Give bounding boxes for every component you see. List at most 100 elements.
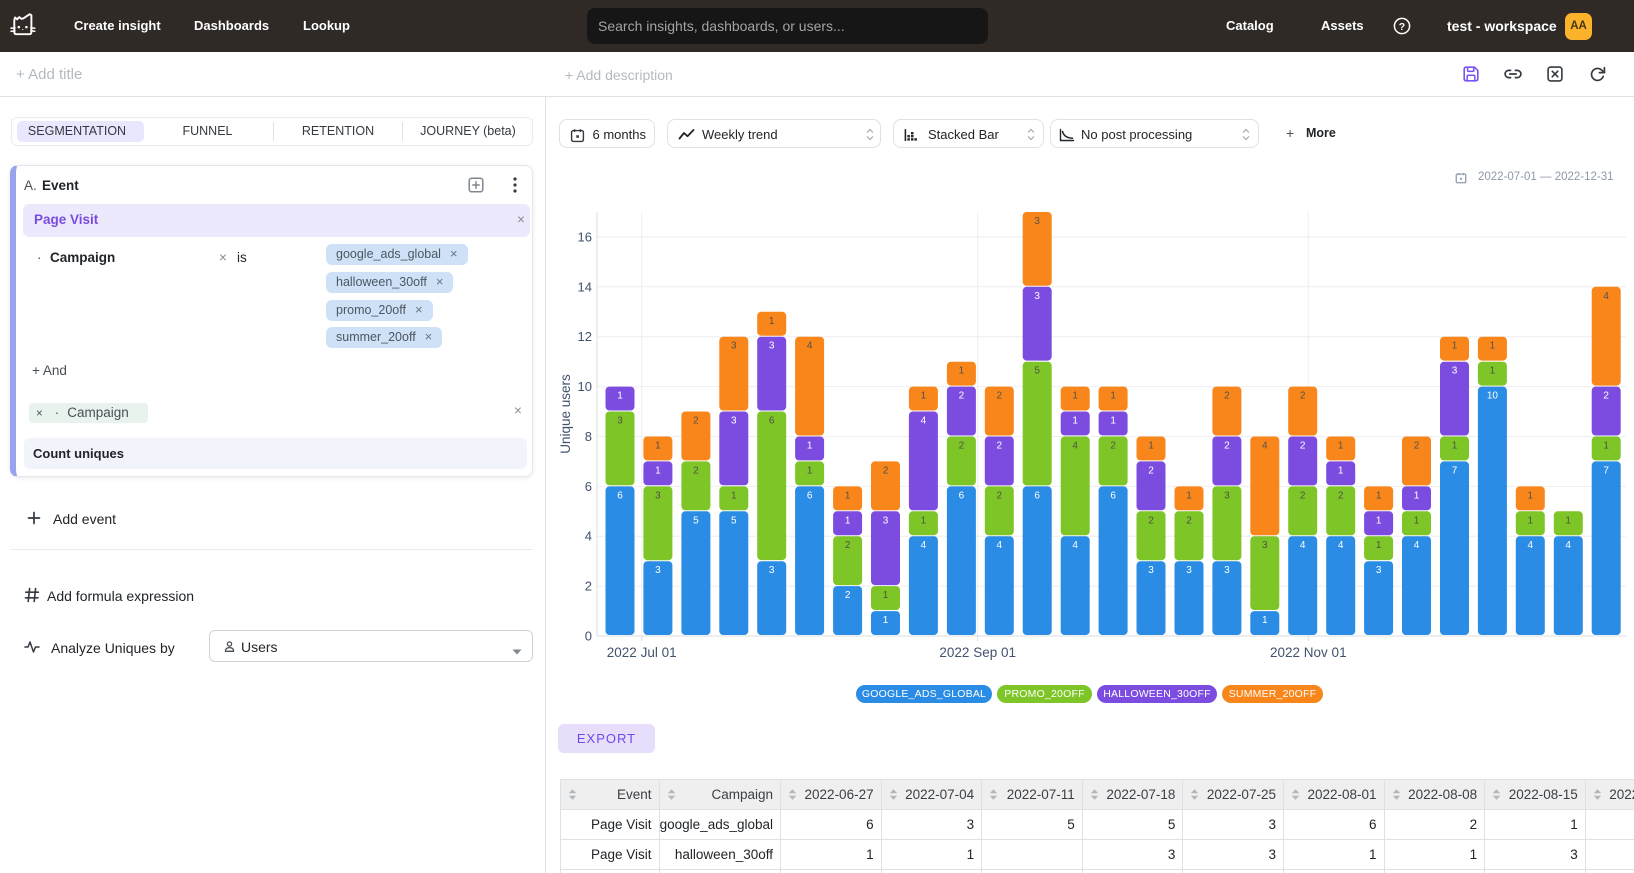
svg-text:2: 2 bbox=[959, 391, 965, 402]
svg-text:1: 1 bbox=[1186, 490, 1192, 501]
svg-text:7: 7 bbox=[1452, 465, 1458, 476]
svg-text:2: 2 bbox=[693, 465, 699, 476]
svg-text:1: 1 bbox=[1262, 615, 1268, 626]
svg-text:7: 7 bbox=[1603, 465, 1609, 476]
svg-text:?: ? bbox=[1399, 21, 1405, 33]
svg-text:1: 1 bbox=[1376, 515, 1382, 526]
svg-text:1: 1 bbox=[1110, 416, 1116, 427]
svg-text:12: 12 bbox=[578, 329, 592, 344]
svg-text:14: 14 bbox=[578, 279, 592, 294]
svg-text:4: 4 bbox=[585, 529, 592, 544]
svg-text:4: 4 bbox=[1072, 540, 1078, 551]
svg-text:3: 3 bbox=[655, 490, 661, 501]
svg-text:3: 3 bbox=[655, 565, 661, 576]
svg-text:1: 1 bbox=[617, 391, 623, 402]
svg-text:2: 2 bbox=[1300, 490, 1306, 501]
svg-text:6: 6 bbox=[617, 490, 623, 501]
svg-text:1: 1 bbox=[921, 515, 927, 526]
svg-text:4: 4 bbox=[921, 416, 927, 427]
svg-text:4: 4 bbox=[1262, 441, 1268, 452]
svg-text:4: 4 bbox=[1565, 540, 1571, 551]
svg-text:1: 1 bbox=[769, 316, 775, 327]
svg-text:10: 10 bbox=[1487, 391, 1499, 402]
svg-text:1: 1 bbox=[921, 391, 927, 402]
svg-text:1: 1 bbox=[1565, 515, 1571, 526]
svg-text:6: 6 bbox=[1110, 490, 1116, 501]
svg-text:5: 5 bbox=[693, 515, 699, 526]
svg-text:2: 2 bbox=[585, 579, 592, 594]
svg-text:3: 3 bbox=[883, 515, 889, 526]
svg-text:1: 1 bbox=[959, 366, 965, 377]
svg-text:1: 1 bbox=[883, 615, 889, 626]
svg-text:1: 1 bbox=[1528, 490, 1534, 501]
svg-text:1: 1 bbox=[1452, 341, 1458, 352]
svg-text:2: 2 bbox=[1338, 490, 1344, 501]
svg-text:1: 1 bbox=[1414, 490, 1420, 501]
svg-text:3: 3 bbox=[769, 565, 775, 576]
svg-text:4: 4 bbox=[997, 540, 1003, 551]
svg-text:4: 4 bbox=[807, 341, 813, 352]
svg-text:10: 10 bbox=[578, 379, 592, 394]
svg-text:1: 1 bbox=[1414, 515, 1420, 526]
svg-text:2: 2 bbox=[693, 416, 699, 427]
svg-text:4: 4 bbox=[1603, 291, 1609, 302]
svg-text:1: 1 bbox=[1338, 441, 1344, 452]
svg-text:3: 3 bbox=[1376, 565, 1382, 576]
svg-text:2: 2 bbox=[959, 441, 965, 452]
svg-text:2: 2 bbox=[1186, 515, 1192, 526]
svg-text:4: 4 bbox=[1338, 540, 1344, 551]
svg-text:2: 2 bbox=[1603, 391, 1609, 402]
svg-text:2: 2 bbox=[997, 391, 1003, 402]
svg-text:2: 2 bbox=[1110, 441, 1116, 452]
svg-text:1: 1 bbox=[883, 590, 889, 601]
svg-text:4: 4 bbox=[1072, 441, 1078, 452]
svg-text:1: 1 bbox=[1148, 441, 1154, 452]
svg-text:3: 3 bbox=[1186, 565, 1192, 576]
svg-text:6: 6 bbox=[1034, 490, 1040, 501]
svg-text:6: 6 bbox=[959, 490, 965, 501]
svg-text:3: 3 bbox=[1262, 540, 1268, 551]
svg-text:2: 2 bbox=[845, 590, 851, 601]
svg-text:1: 1 bbox=[1110, 391, 1116, 402]
svg-text:1: 1 bbox=[655, 441, 661, 452]
svg-text:6: 6 bbox=[585, 479, 592, 494]
svg-text:3: 3 bbox=[1148, 565, 1154, 576]
svg-text:1: 1 bbox=[1528, 515, 1534, 526]
svg-text:2: 2 bbox=[1414, 441, 1420, 452]
svg-text:0: 0 bbox=[585, 629, 592, 644]
svg-text:3: 3 bbox=[731, 416, 737, 427]
svg-text:3: 3 bbox=[1452, 366, 1458, 377]
svg-text:3: 3 bbox=[1034, 216, 1040, 227]
svg-text:16: 16 bbox=[578, 230, 592, 245]
svg-text:1: 1 bbox=[1452, 441, 1458, 452]
svg-text:1: 1 bbox=[1490, 341, 1496, 352]
svg-text:2022 Jul 01: 2022 Jul 01 bbox=[607, 645, 677, 660]
svg-text:2: 2 bbox=[1224, 441, 1230, 452]
svg-text:6: 6 bbox=[769, 416, 775, 427]
svg-text:3: 3 bbox=[769, 341, 775, 352]
svg-text:8: 8 bbox=[585, 429, 592, 444]
svg-text:4: 4 bbox=[1300, 540, 1306, 551]
svg-text:Unique users: Unique users bbox=[558, 374, 573, 454]
svg-text:1: 1 bbox=[845, 490, 851, 501]
svg-text:4: 4 bbox=[1414, 540, 1420, 551]
svg-text:6: 6 bbox=[807, 490, 813, 501]
svg-text:1: 1 bbox=[807, 441, 813, 452]
svg-text:5: 5 bbox=[1034, 366, 1040, 377]
svg-text:1: 1 bbox=[1376, 540, 1382, 551]
svg-text:2022 Nov 01: 2022 Nov 01 bbox=[1270, 645, 1347, 660]
svg-text:1: 1 bbox=[1072, 391, 1078, 402]
svg-text:4: 4 bbox=[1528, 540, 1534, 551]
svg-text:1: 1 bbox=[655, 465, 661, 476]
svg-text:5: 5 bbox=[731, 515, 737, 526]
svg-text:3: 3 bbox=[1034, 291, 1040, 302]
svg-text:2: 2 bbox=[883, 465, 889, 476]
svg-text:4: 4 bbox=[921, 540, 927, 551]
svg-text:3: 3 bbox=[731, 341, 737, 352]
svg-text:2: 2 bbox=[1300, 441, 1306, 452]
svg-text:1: 1 bbox=[1603, 441, 1609, 452]
svg-text:3: 3 bbox=[617, 416, 623, 427]
svg-text:1: 1 bbox=[807, 465, 813, 476]
svg-text:2022 Sep 01: 2022 Sep 01 bbox=[939, 645, 1016, 660]
svg-text:2: 2 bbox=[997, 441, 1003, 452]
